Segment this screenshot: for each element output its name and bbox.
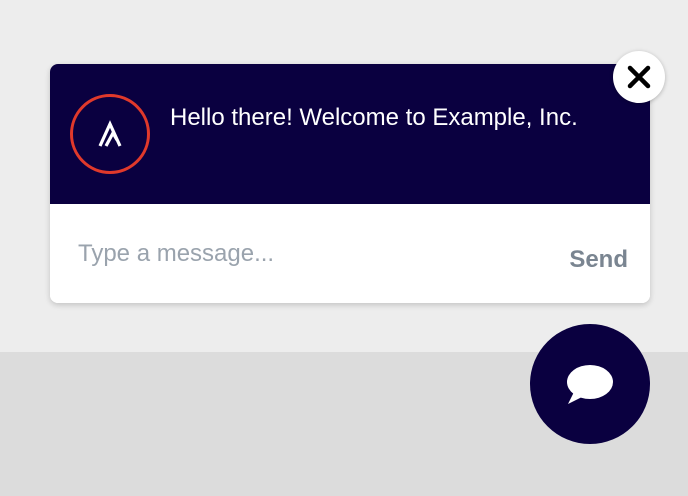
chat-header: Hello there! Welcome to Example, Inc. — [50, 64, 650, 204]
avatar — [70, 94, 150, 174]
message-composer: Send — [50, 204, 650, 303]
message-input[interactable] — [78, 234, 518, 274]
chat-bubble-icon — [567, 365, 613, 404]
chat-popup: Hello there! Welcome to Example, Inc. Se… — [50, 64, 650, 303]
close-icon — [627, 65, 651, 89]
close-button[interactable] — [613, 51, 665, 103]
logo-icon — [98, 120, 122, 147]
chat-launcher-button[interactable] — [530, 324, 650, 444]
welcome-message: Hello there! Welcome to Example, Inc. — [170, 104, 578, 131]
send-button[interactable]: Send — [548, 240, 628, 280]
